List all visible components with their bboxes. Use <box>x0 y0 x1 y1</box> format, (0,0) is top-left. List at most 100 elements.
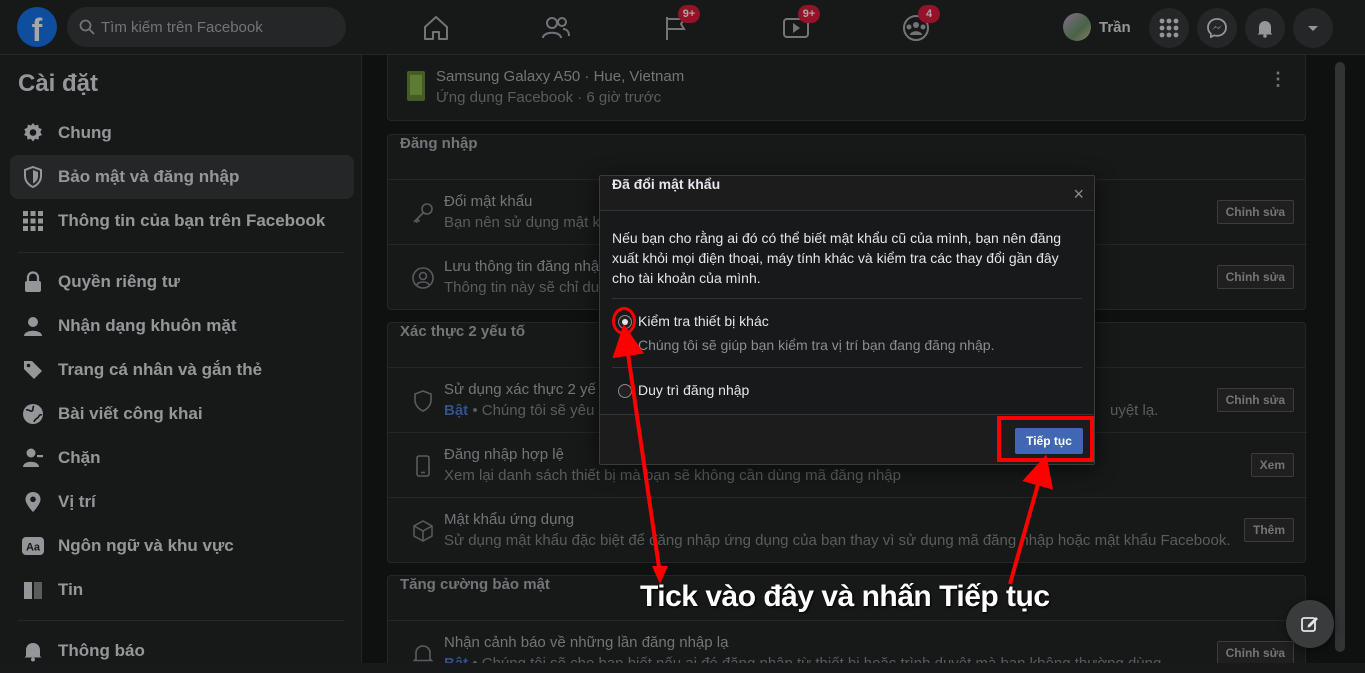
more-options-icon[interactable]: ⋮ <box>1269 70 1287 88</box>
shield-icon <box>414 390 432 412</box>
row-title: Mật khẩu ứng dụng <box>444 511 575 528</box>
friends-icon <box>542 17 570 39</box>
edit-button[interactable]: Chỉnh sửa <box>1216 388 1294 412</box>
phone-icon <box>407 71 425 101</box>
row-description: Bật • Chúng tôi sẽ yêu c <box>444 402 606 419</box>
new-message-button[interactable] <box>1286 600 1334 648</box>
account-menu-button[interactable] <box>1293 8 1333 48</box>
notification-badge: 9+ <box>798 5 820 23</box>
sidebar-item-public-posts[interactable]: Bài viết công khai <box>10 392 354 436</box>
radio-button[interactable] <box>618 384 632 398</box>
row-title: Lưu thông tin đăng nhậ <box>444 258 600 275</box>
row-description: Xem lại danh sách thiết bị mà bạn sẽ khô… <box>444 467 901 484</box>
add-button[interactable]: Thêm <box>1243 518 1294 542</box>
sidebar-item-general[interactable]: Chung <box>10 111 354 155</box>
search-box[interactable] <box>67 7 346 47</box>
search-icon <box>79 19 95 35</box>
key-icon <box>413 203 433 224</box>
option-label: Kiểm tra thiết bị khác <box>638 313 769 329</box>
home-tab[interactable] <box>416 8 456 48</box>
highlight-rectangle <box>997 416 1094 462</box>
groups-tab[interactable]: 4 <box>896 5 940 48</box>
search-input[interactable] <box>101 7 331 47</box>
edit-button[interactable]: Chỉnh sửa <box>1216 200 1294 224</box>
sidebar-item-privacy[interactable]: Quyền riêng tư <box>10 260 354 304</box>
pages-tab[interactable]: 9+ <box>656 5 700 48</box>
caret-down-icon <box>1308 26 1318 31</box>
bell-icon <box>20 638 46 664</box>
sidebar-item-security[interactable]: Bảo mật và đăng nhập <box>10 155 354 199</box>
sidebar-item-language-region[interactable]: Aa Ngôn ngữ và khu vực <box>10 524 354 568</box>
sidebar-item-label: Tin <box>58 580 84 599</box>
divider <box>612 367 1082 368</box>
sidebar-item-location[interactable]: Vị trí <box>10 480 354 524</box>
watch-tab[interactable]: 9+ <box>776 5 820 48</box>
status-badge: Bật <box>444 402 469 419</box>
device-card: Samsung Galaxy A50 · Hue, Vietnam Ứng dụ… <box>387 55 1306 121</box>
row-title: Đổi mật khẩu <box>444 193 533 210</box>
page-title: Cài đặt <box>18 70 99 97</box>
phone-icon <box>416 455 430 477</box>
row-title: Đăng nhập hợp lệ <box>444 446 564 463</box>
sidebar-item-label: Chặn <box>58 448 101 467</box>
sidebar-item-label: Trang cá nhân và gắn thẻ <box>58 360 263 379</box>
scrollbar-thumb[interactable] <box>1335 62 1345 652</box>
sidebar-item-profile-tagging[interactable]: Trang cá nhân và gắn thẻ <box>10 348 354 392</box>
gear-icon <box>20 120 46 146</box>
device-title: Samsung Galaxy A50 · Hue, Vietnam <box>436 68 685 85</box>
row-description: Bật • Chúng tôi sẽ cho bạn biết nếu ai đ… <box>444 655 1161 663</box>
block-user-icon <box>20 445 46 471</box>
friends-tab[interactable] <box>536 8 576 48</box>
messenger-button[interactable] <box>1197 8 1237 48</box>
lock-icon <box>20 269 46 295</box>
globe-icon <box>20 401 46 427</box>
edit-button[interactable]: Chỉnh sửa <box>1216 641 1294 663</box>
sidebar-item-label: Bảo mật và đăng nhập <box>58 167 240 186</box>
option-description: Chúng tôi sẽ giúp bạn kiểm tra vị trí bạ… <box>638 337 995 353</box>
view-button[interactable]: Xem <box>1250 453 1294 477</box>
sidebar-item-stories[interactable]: Tin <box>10 568 354 612</box>
sidebar-item-your-information[interactable]: Thông tin của bạn trên Facebook <box>10 199 354 243</box>
sidebar-item-notifications[interactable]: Thông báo <box>10 629 354 673</box>
sidebar-item-label: Vị trí <box>58 492 96 511</box>
settings-sidebar: Cài đặt Chung Bảo mật và đăng nhập Thông… <box>0 55 362 663</box>
section-header: Đăng nhập <box>388 135 1305 180</box>
notification-badge: 9+ <box>678 5 700 23</box>
highlight-circle <box>612 307 636 335</box>
divider <box>612 298 1082 299</box>
sidebar-item-label: Chung <box>58 123 112 142</box>
close-icon[interactable]: × <box>1073 185 1084 203</box>
menu-button[interactable] <box>1149 8 1189 48</box>
sidebar-item-label: Bài viết công khai <box>58 404 203 423</box>
messenger-icon <box>1207 18 1227 38</box>
divider <box>18 620 344 621</box>
language-icon: Aa <box>20 533 46 559</box>
profile-name: Trần <box>1099 18 1131 36</box>
home-icon <box>424 16 448 40</box>
sidebar-item-label: Ngôn ngữ và khu vực <box>58 536 234 555</box>
annotation-caption: Tick vào đây và nhấn Tiếp tục <box>640 580 1050 613</box>
settings-row[interactable]: Mật khẩu ứng dụng Sử dụng mật khẩu đặc b… <box>388 498 1307 563</box>
top-navigation-bar: f 9+ 9+ 4 Trần <box>0 0 1365 55</box>
sidebar-item-blocking[interactable]: Chặn <box>10 436 354 480</box>
row-description: Bạn nên sử dụng mật k <box>444 214 600 231</box>
row-description: Sử dụng mật khẩu đặc biệt để đăng nhập ứ… <box>444 532 1231 549</box>
divider <box>18 252 344 253</box>
face-icon <box>20 313 46 339</box>
grid-icon <box>20 208 46 234</box>
notification-badge: 4 <box>918 5 940 23</box>
row-title: Nhận cảnh báo về những lần đăng nhập lạ <box>444 634 729 651</box>
location-pin-icon <box>20 489 46 515</box>
row-description-tail: uyệt lạ. <box>1110 402 1159 419</box>
row-description: Thông tin này sẽ chỉ dư <box>444 279 601 296</box>
dialog-title: Đã đổi mật khẩu <box>600 176 1094 211</box>
profile-shortcut[interactable]: Trần <box>1063 10 1131 44</box>
edit-button[interactable]: Chỉnh sửa <box>1216 265 1294 289</box>
svg-text:Aa: Aa <box>26 542 41 554</box>
sidebar-item-label: Thông tin của bạn trên Facebook <box>58 211 326 230</box>
facebook-logo[interactable]: f <box>17 7 57 47</box>
settings-row[interactable]: Nhận cảnh báo về những lần đăng nhập lạ … <box>388 621 1307 663</box>
tag-icon <box>20 357 46 383</box>
sidebar-item-face-recognition[interactable]: Nhận dạng khuôn mặt <box>10 304 354 348</box>
notifications-button[interactable] <box>1245 8 1285 48</box>
